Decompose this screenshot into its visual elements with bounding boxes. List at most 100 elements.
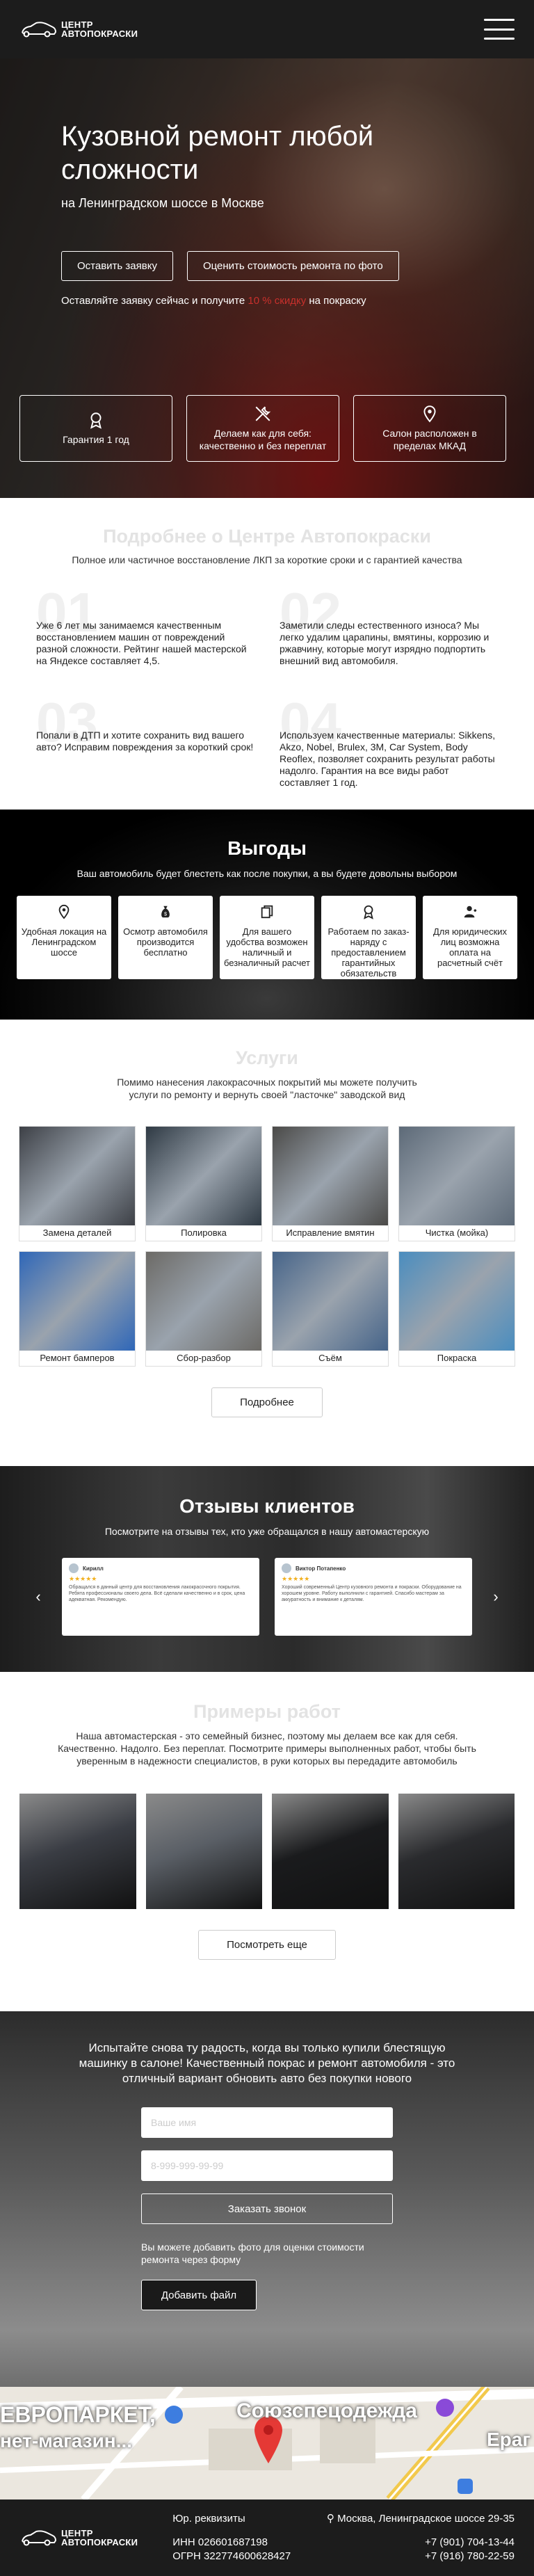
service-label: Исправление вмятин [273, 1225, 388, 1241]
service-label: Покраска [399, 1351, 515, 1366]
logo-text: ЦЕНТР АВТОПОКРАСКИ [61, 2529, 138, 2547]
service-photo [273, 1252, 388, 1351]
benefit-card: Работаем по заказ-наряду с предоставлени… [321, 896, 416, 979]
service-label: Сбор-разбор [146, 1351, 261, 1366]
about-title: Подробнее о Центре Автопокраски [103, 526, 431, 547]
avatar [282, 1563, 291, 1573]
map-label: Ераг [487, 2429, 531, 2450]
benefit-text: Удобная локация на Ленинградском шоссе [21, 926, 107, 958]
benefits-title: Выгоды [227, 837, 307, 859]
review-text: Обращался в данный центр для восстановле… [69, 1585, 245, 1602]
service-photo [399, 1252, 515, 1351]
award-icon [90, 412, 102, 429]
work-photo[interactable] [398, 1794, 515, 1909]
car-logo-icon [22, 2530, 57, 2546]
service-label: Ремонт бамперов [19, 1351, 135, 1366]
logo[interactable]: ЦЕНТР АВТОПОКРАСКИ [19, 20, 138, 38]
hero-subtitle: на Ленинградском шоссе в Москве [61, 196, 264, 210]
burger-line [484, 38, 515, 40]
service-photo [146, 1252, 261, 1351]
callback-form: Заказать звонок [141, 2107, 393, 2224]
map-label: Союзспецодежда [236, 2399, 417, 2422]
service-photo [19, 1127, 135, 1225]
promo-text-end: на покраску [306, 295, 366, 307]
phone-link[interactable]: +7 (916) 780-22-59 [327, 2550, 515, 2563]
reviews-section: Отзывы клиентов Посмотрите на отзывы тех… [0, 1466, 534, 1672]
map-label: нет-магазин... [0, 2430, 133, 2452]
hero-card-quality: Делаем как для себя: качественно и без п… [186, 395, 339, 462]
map[interactable]: ЕВРОПАРКЕТ, нет-магазин... Союзспецодежд… [0, 2387, 534, 2499]
services-title: Услуги [236, 1047, 298, 1068]
service-card[interactable]: Сбор-разбор [145, 1251, 262, 1367]
logo-line2: АВТОПОКРАСКИ [61, 2537, 138, 2547]
address-text: Москва, Ленинградское шоссе 29-35 [337, 2513, 515, 2525]
footer-logo[interactable]: ЦЕНТР АВТОПОКРАСКИ [19, 2529, 138, 2547]
money-bag-icon: $ [161, 905, 170, 918]
service-card[interactable]: Замена деталей [19, 1126, 136, 1241]
phone-link[interactable]: +7 (901) 704-13-44 [327, 2536, 515, 2550]
promo-highlight: 10 % скидку [248, 295, 307, 307]
site-footer: ЦЕНТР АВТОПОКРАСКИ Юр. реквизиты ИНН 026… [0, 2499, 534, 2576]
map-label: ЕВРОПАРКЕТ, [0, 2402, 156, 2427]
services-more-button[interactable]: Подробнее [211, 1387, 323, 1417]
works-more-button[interactable]: Посмотреть еще [198, 1930, 336, 1960]
promo-text: Оставляйте заявку сейчас и получите [61, 295, 248, 307]
service-photo [146, 1127, 261, 1225]
hero-card-location: Салон расположен в пределах МКАД [353, 395, 506, 462]
benefit-card: Удобная локация на Ленинградском шоссе [17, 896, 111, 979]
service-card[interactable]: Ремонт бамперов [19, 1251, 136, 1367]
review-stars: ★★★★★ [69, 1575, 97, 1582]
hero-section: Кузовной ремонт любой сложности на Ленин… [0, 0, 534, 498]
benefits-section: Выгоды Ваш автомобиль будет блестеть как… [0, 810, 534, 1020]
review-text: Хороший современный Центр кузовного ремо… [282, 1585, 462, 1602]
work-photo[interactable] [272, 1794, 389, 1909]
address: ⚲ Москва, Ленинградское шоссе 29-35 [327, 2512, 515, 2526]
service-photo [19, 1252, 135, 1351]
name-input[interactable] [141, 2107, 393, 2138]
estimate-by-photo-button[interactable]: Оценить стоимость ремонта по фото [186, 251, 399, 281]
add-file-button[interactable]: Добавить файл [141, 2280, 257, 2310]
work-photo[interactable] [145, 1794, 262, 1909]
site-header: ЦЕНТР АВТОПОКРАСКИ [0, 0, 534, 58]
reviews-next-arrow-icon[interactable]: › [487, 1588, 504, 1606]
about-subtitle: Полное или частичное восстановление ЛКП … [72, 554, 462, 565]
work-photo[interactable] [19, 1794, 136, 1909]
review-author: Кирилл [83, 1565, 104, 1572]
ogrn: ОГРН 322774600628427 [172, 2550, 291, 2562]
about-text: Попали в ДТП и хотите сохранить вид ваше… [36, 730, 254, 752]
service-label: Чистка (мойка) [399, 1225, 515, 1241]
benefit-text: Осмотр автомобиля производится бесплатно [123, 926, 208, 958]
about-item: 01 Уже 6 лет мы занимаемся качественным … [36, 585, 254, 667]
svg-text:$: $ [164, 911, 167, 917]
about-item: 03 Попали в ДТП и хотите сохранить вид в… [36, 695, 254, 789]
logo-text: ЦЕНТР АВТОПОКРАСКИ [61, 20, 138, 38]
menu-burger-button[interactable] [484, 19, 515, 40]
service-card[interactable]: Исправление вмятин [272, 1126, 389, 1241]
about-section: Подробнее о Центре Автопокраски Полное и… [0, 498, 534, 810]
service-card[interactable]: Съём [272, 1251, 389, 1367]
hero-card-text: Гарантия 1 год [63, 434, 129, 445]
logo-line2: АВТОПОКРАСКИ [61, 29, 138, 39]
order-call-button[interactable]: Заказать звонок [141, 2193, 393, 2224]
service-photo [273, 1127, 388, 1225]
hero-title: Кузовной ремонт любой сложности [61, 121, 374, 185]
reviews-prev-arrow-icon[interactable]: ‹ [30, 1588, 47, 1606]
benefit-text: Работаем по заказ-наряду с предоставлени… [327, 926, 410, 979]
avatar [69, 1563, 79, 1573]
award-icon [364, 905, 373, 919]
hero-card-text: Делаем как для себя: качественно и без п… [199, 428, 327, 451]
phone-input[interactable] [141, 2150, 393, 2181]
request-button[interactable]: Оставить заявку [61, 251, 173, 281]
tools-icon [255, 406, 271, 421]
about-text: Уже 6 лет мы занимаемся качественным вос… [36, 620, 247, 666]
service-card[interactable]: Покраска [398, 1251, 515, 1367]
service-label: Полировка [146, 1225, 261, 1241]
service-card[interactable]: Полировка [145, 1126, 262, 1241]
review-stars: ★★★★★ [282, 1575, 310, 1582]
legal-title[interactable]: Юр. реквизиты [172, 2512, 291, 2526]
review-author: Виктор Потапенко [296, 1565, 346, 1572]
reviews-title: Отзывы клиентов [179, 1495, 355, 1517]
about-text: Заметили следы естественного износа? Мы … [280, 620, 490, 666]
contacts: ⚲ Москва, Ленинградское шоссе 29-35 +7 (… [327, 2512, 515, 2563]
service-card[interactable]: Чистка (мойка) [398, 1126, 515, 1241]
